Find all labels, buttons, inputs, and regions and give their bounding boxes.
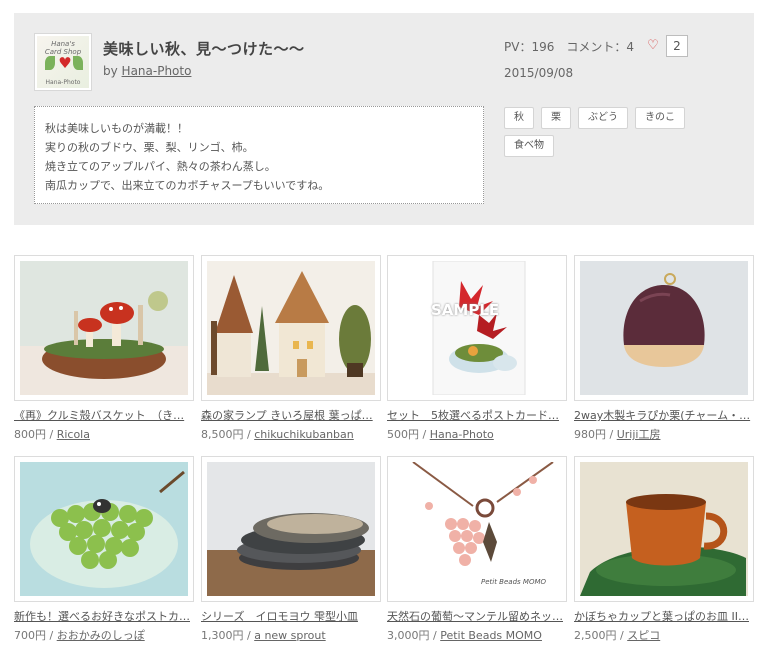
- byline: by Hana-Photo: [103, 64, 191, 78]
- heart-outline-icon[interactable]: ♡: [644, 37, 662, 55]
- seller-link[interactable]: おおかみのしっぽ: [57, 629, 145, 642]
- creation-header-panel: Hana's Card Shop ♥ Hana-Photo 美味しい秋、見〜つけ…: [14, 13, 754, 225]
- seller-link[interactable]: chikuchikubanban: [254, 428, 354, 441]
- avatar-logo-text-top: Hana's: [51, 40, 75, 48]
- author-avatar[interactable]: Hana's Card Shop ♥ Hana-Photo: [34, 33, 92, 91]
- like-count-badge: 2: [666, 35, 688, 57]
- tag-tabemono[interactable]: 食べ物: [504, 135, 554, 157]
- item-card: かぼちゃカップと葉っぱのお皿 II… 2,500円 / スピコ: [574, 456, 754, 643]
- item-price: 8,500円: [201, 428, 244, 441]
- seller-link[interactable]: Ricola: [57, 428, 90, 441]
- tag-budou[interactable]: ぶどう: [578, 107, 628, 129]
- wooden-chestnut-charm-image: [580, 261, 748, 395]
- avatar-logo-text-bottom: Hana-Photo: [45, 79, 81, 86]
- image-watermark: Petit Beads MOMO: [481, 578, 546, 586]
- author-link[interactable]: Hana-Photo: [122, 64, 192, 78]
- seller-link[interactable]: Hana-Photo: [430, 428, 494, 441]
- seller-link[interactable]: Petit Beads MOMO: [440, 629, 542, 642]
- item-thumbnail[interactable]: [14, 456, 194, 602]
- by-prefix: by: [103, 64, 122, 78]
- seller-link[interactable]: スピコ: [627, 629, 660, 642]
- item-meta: 3,000円 / Petit Beads MOMO: [387, 629, 542, 642]
- pv-count: PV：196: [504, 39, 555, 54]
- item-title-link[interactable]: 森の家ランプ きいろ屋根 葉っぱ…: [201, 407, 381, 423]
- item-meta: 700円 / おおかみのしっぽ: [14, 629, 145, 642]
- pumpkin-cup-image: [580, 462, 748, 596]
- item-card: シリーズ イロモヨウ 雫型小皿 1,300円 / a new sprout: [201, 456, 381, 643]
- item-meta: 1,300円 / a new sprout: [201, 629, 326, 642]
- heart-logo-icon: ♥: [58, 54, 72, 72]
- tag-kinoko[interactable]: きのこ: [635, 107, 685, 129]
- item-title-link[interactable]: 2way木製キラぴか栗(チャーム・…: [574, 407, 754, 423]
- stats-bar: PV：196 コメント：4 ♡ 2: [504, 35, 688, 57]
- leaf-icon: [45, 56, 55, 70]
- description-line: 南瓜カップで、出来立てのカボチャスープもいいですね。: [45, 179, 330, 192]
- item-card: 2way木製キラぴか栗(チャーム・… 980円 / Uriji工房: [574, 255, 754, 442]
- item-price: 800円: [14, 428, 46, 441]
- item-thumbnail[interactable]: Petit Beads MOMO: [387, 456, 567, 602]
- tag-list: 秋 栗 ぶどう きのこ 食べ物: [504, 107, 704, 157]
- item-meta: 980円 / Uriji工房: [574, 428, 661, 441]
- item-price: 700円: [14, 629, 46, 642]
- item-price: 500円: [387, 428, 419, 441]
- description-box: 秋は美味しいものが満載！！ 実りの秋のブドウ、栗、梨、リンゴ、柿。 焼き立てのア…: [34, 106, 484, 204]
- item-card: Petit Beads MOMO 天然石の葡萄〜マンテル留めネッ… 3,000円…: [387, 456, 567, 643]
- grape-postcard-image: [20, 462, 188, 596]
- item-title-link[interactable]: 《再》クルミ殻バスケット （き…: [14, 407, 194, 423]
- item-thumbnail[interactable]: [14, 255, 194, 401]
- drop-plate-image: [207, 462, 375, 596]
- tag-kuri[interactable]: 栗: [541, 107, 571, 129]
- description-line: 秋は美味しいものが満載！！: [45, 122, 188, 135]
- item-thumbnail[interactable]: [574, 456, 754, 602]
- page-title: 美味しい秋、見〜つけた〜〜: [103, 40, 305, 58]
- seller-link[interactable]: Uriji工房: [617, 428, 661, 441]
- item-card: 新作も！選べるお好きなポストカ… 700円 / おおかみのしっぽ: [14, 456, 194, 643]
- item-meta: 500円 / Hana-Photo: [387, 428, 494, 441]
- item-meta: 800円 / Ricola: [14, 428, 90, 441]
- avatar-logo: Hana's Card Shop ♥ Hana-Photo: [37, 36, 89, 88]
- item-title-link[interactable]: かぼちゃカップと葉っぱのお皿 II…: [574, 608, 754, 624]
- grape-necklace-image: Petit Beads MOMO: [393, 462, 561, 596]
- item-price: 3,000円: [387, 629, 430, 642]
- tag-aki[interactable]: 秋: [504, 107, 534, 129]
- seller-link[interactable]: a new sprout: [254, 629, 325, 642]
- leaf-icon: [73, 56, 83, 70]
- postcard-set-image: SAMPLE: [393, 261, 561, 395]
- item-price: 980円: [574, 428, 606, 441]
- item-price: 1,300円: [201, 629, 244, 642]
- item-title-link[interactable]: 天然石の葡萄〜マンテル留めネッ…: [387, 608, 567, 624]
- description-line: 実りの秋のブドウ、栗、梨、リンゴ、柿。: [45, 141, 254, 154]
- item-thumbnail[interactable]: [201, 456, 381, 602]
- item-price: 2,500円: [574, 629, 617, 642]
- sample-watermark: SAMPLE: [431, 301, 500, 319]
- item-thumbnail[interactable]: SAMPLE: [387, 255, 567, 401]
- item-title-link[interactable]: 新作も！選べるお好きなポストカ…: [14, 608, 194, 624]
- item-thumbnail[interactable]: [201, 255, 381, 401]
- walnut-basket-image: [20, 261, 188, 395]
- forest-house-lamp-image: [207, 261, 375, 395]
- item-title-link[interactable]: セット 5枚選べるポストカード…: [387, 407, 567, 423]
- post-date: 2015/09/08: [504, 66, 574, 80]
- item-thumbnail[interactable]: [574, 255, 754, 401]
- item-meta: 2,500円 / スピコ: [574, 629, 661, 642]
- item-card: SAMPLE セット 5枚選べるポストカード… 500円 / Hana-Phot…: [387, 255, 567, 442]
- comment-count: コメント：4: [566, 39, 634, 54]
- item-title-link[interactable]: シリーズ イロモヨウ 雫型小皿: [201, 608, 381, 624]
- item-card: 《再》クルミ殻バスケット （き… 800円 / Ricola: [14, 255, 194, 442]
- description-line: 焼き立てのアップルパイ、熱々の茶わん蒸し。: [45, 160, 276, 173]
- item-meta: 8,500円 / chikuchikubanban: [201, 428, 354, 441]
- item-card: 森の家ランプ きいろ屋根 葉っぱ… 8,500円 / chikuchikuban…: [201, 255, 381, 442]
